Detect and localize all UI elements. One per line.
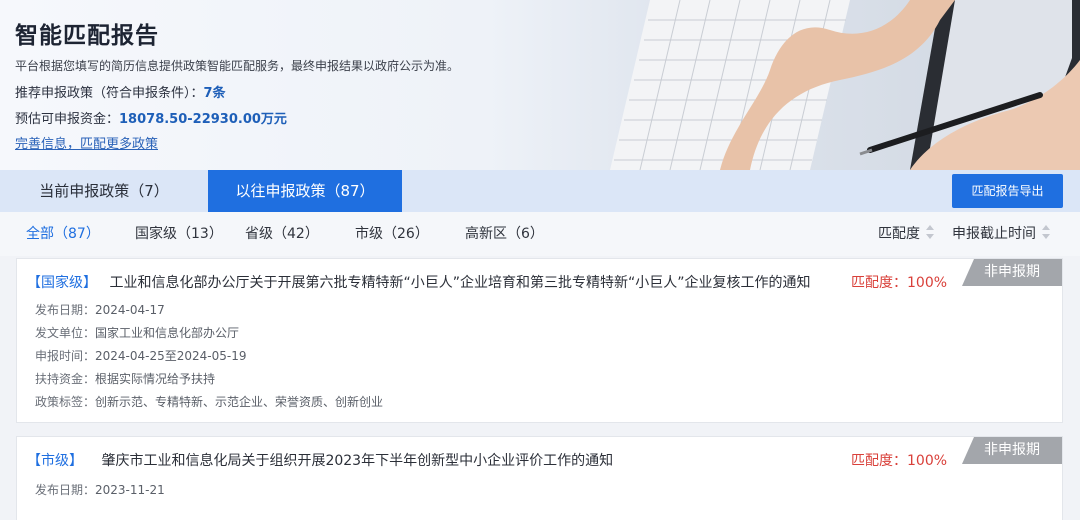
recommend-count: 7条 xyxy=(203,86,226,101)
recommend-label: 推荐申报政策（符合申报条件）： xyxy=(15,86,204,101)
status-badge: 非申报期 xyxy=(962,437,1062,464)
tab-current-policies[interactable]: 当前申报政策（7） xyxy=(0,170,208,212)
fund-label: 预估可申报资金： xyxy=(15,112,120,127)
policy-title[interactable]: 肇庆市工业和信息化局关于组织开展2023年下半年创新型中小企业评价工作的通知 xyxy=(101,453,613,469)
report-hero-banner: 智能匹配报告 平台根据您填写的简历信息提供政策智能匹配服务，最终申报结果以政府公… xyxy=(0,0,1080,170)
policy-meta-tags: 政策标签：创新示范、专精特新、示范企业、荣誉资质、创新创业 xyxy=(35,395,384,409)
sort-match-label: 匹配度 xyxy=(878,226,920,242)
sort-by-deadline[interactable]: 申报截止时间 xyxy=(952,212,1050,256)
report-description: 平台根据您填写的简历信息提供政策智能匹配服务，最终申报结果以政府公示为准。 xyxy=(15,59,460,73)
match-score: 匹配度：100% xyxy=(851,453,948,469)
policy-level: 【市级】 xyxy=(27,453,83,469)
policy-card[interactable]: 【市级】 肇庆市工业和信息化局关于组织开展2023年下半年创新型中小企业评价工作… xyxy=(16,436,1063,520)
policy-meta-period: 申报时间：2024-04-25至2024-05-19 xyxy=(35,349,247,363)
filter-provincial[interactable]: 省级（42） xyxy=(245,212,319,256)
sort-icon xyxy=(1042,223,1050,241)
filter-bar: 全部（87） 国家级（13） 省级（42） 市级（26） 高新区（6） 匹配度 … xyxy=(0,212,1080,256)
report-title: 智能匹配报告 xyxy=(15,23,159,49)
filter-all[interactable]: 全部（87） xyxy=(26,212,100,256)
filter-national[interactable]: 国家级（13） xyxy=(135,212,223,256)
policy-meta-date: 发布日期：2024-04-17 xyxy=(35,303,165,317)
policy-match-report-page: 智能匹配报告 平台根据您填写的简历信息提供政策智能匹配服务，最终申报结果以政府公… xyxy=(0,0,1080,520)
complete-info-link[interactable]: 完善信息，匹配更多政策 xyxy=(15,133,158,152)
match-score: 匹配度：100% xyxy=(851,275,948,291)
policy-level: 【国家级】 xyxy=(27,275,97,291)
policy-card[interactable]: 【国家级】 工业和信息化部办公厅关于开展第六批专精特新“小巨人”企业培育和第三批… xyxy=(16,258,1063,423)
hero-illustration xyxy=(610,0,1080,170)
policy-meta-funding: 扶持资金：根据实际情况给予扶持 xyxy=(35,372,216,386)
filter-municipal[interactable]: 市级（26） xyxy=(355,212,429,256)
policy-title-row: 【国家级】 工业和信息化部办公厅关于开展第六批专精特新“小巨人”企业培育和第三批… xyxy=(27,272,810,292)
recommend-summary: 推荐申报政策（符合申报条件）：7条 xyxy=(15,82,226,101)
sort-deadline-label: 申报截止时间 xyxy=(952,226,1036,242)
fund-summary: 预估可申报资金：18078.50-22930.00万元 xyxy=(15,108,287,127)
policy-meta-date: 发布日期：2023-11-21 xyxy=(35,483,165,497)
policy-title-row: 【市级】 肇庆市工业和信息化局关于组织开展2023年下半年创新型中小企业评价工作… xyxy=(27,450,613,470)
policy-meta-issuer: 发文单位：国家工业和信息化部办公厅 xyxy=(35,326,240,340)
policy-tab-bar: 当前申报政策（7） 以往申报政策（87） xyxy=(0,170,1080,212)
fund-amount: 18078.50-22930.00万元 xyxy=(119,112,287,127)
sort-by-match[interactable]: 匹配度 xyxy=(878,212,934,256)
policy-title[interactable]: 工业和信息化部办公厅关于开展第六批专精特新“小巨人”企业培育和第三批专精特新“小… xyxy=(109,275,810,291)
status-badge: 非申报期 xyxy=(962,259,1062,286)
tab-past-policies[interactable]: 以往申报政策（87） xyxy=(208,170,402,212)
filter-hightech-zone[interactable]: 高新区（6） xyxy=(465,212,544,256)
export-report-button[interactable]: 匹配报告导出 xyxy=(952,174,1063,208)
sort-icon xyxy=(926,223,934,241)
